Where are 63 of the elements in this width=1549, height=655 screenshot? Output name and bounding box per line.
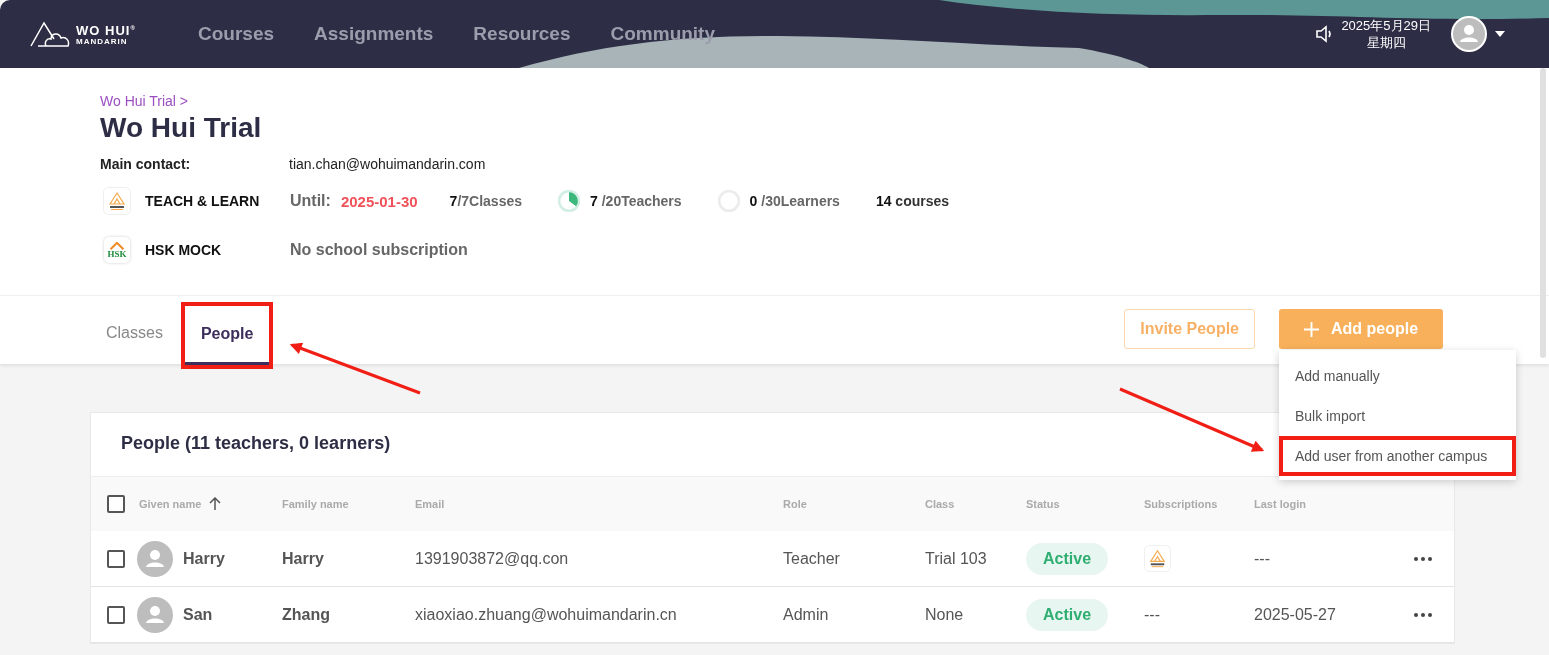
select-all-checkbox[interactable] (107, 495, 125, 513)
product-name: HSK MOCK (145, 242, 223, 258)
speaker-icon[interactable] (1315, 25, 1334, 43)
courses-count: 14 courses (875, 193, 950, 209)
table-cell-text: None (925, 605, 965, 624)
tab[interactable]: Classes (90, 304, 179, 364)
more-options-icon[interactable] (1414, 556, 1432, 561)
contact-label: Main contact: (100, 156, 192, 172)
breadcrumb-link[interactable]: Wo Hui Trial > (100, 93, 189, 109)
column-header: Family name (282, 498, 350, 510)
status-badge: Active (1026, 598, 1109, 631)
product-name: TEACH & LEARN (145, 193, 261, 209)
more-options-icon[interactable] (1414, 612, 1432, 617)
nav-link[interactable]: Courses (198, 23, 275, 45)
menu-item[interactable]: Add user from another campus (1279, 436, 1516, 476)
column-header: Email (415, 498, 446, 510)
column-header: Last login (1254, 498, 1307, 510)
table-cell-text: Admin (783, 605, 830, 624)
column-header: Status (1026, 498, 1061, 510)
row-checkbox[interactable] (107, 605, 125, 624)
app-logo-icon (103, 187, 131, 215)
nav-link[interactable]: Assignments (314, 23, 434, 45)
nav-link[interactable]: Resources (473, 23, 571, 45)
classes-count: 7/7Classes (449, 193, 522, 209)
table-cell-text: 2025-05-27 (1254, 605, 1337, 624)
usage-count: 7 /20Teachers (590, 193, 682, 209)
caret-icon[interactable] (1495, 31, 1505, 37)
page-title: Wo Hui Trial (100, 112, 263, 144)
usage-count: 0 /30Learners (749, 193, 840, 209)
table-cell: San (183, 605, 213, 624)
until-label: Until: (290, 192, 331, 210)
table-cell-text: Trial 103 (925, 549, 988, 568)
app-logo-icon (1144, 545, 1171, 572)
user-avatar-icon (137, 596, 173, 633)
column-header: Role (783, 498, 808, 510)
table-cell-text: Zhang (282, 605, 331, 624)
row-checkbox[interactable] (107, 549, 125, 568)
mountain-cloud-icon (30, 21, 70, 47)
sort-arrow-icon[interactable] (209, 497, 222, 511)
avatar-icon[interactable] (1451, 16, 1487, 52)
subscription-status: No school subscription (290, 241, 468, 259)
logo-text: WO HUI$^{®}$ (76, 22, 136, 38)
column-header: Class (925, 498, 956, 510)
menu-item[interactable]: Add manually (1279, 356, 1516, 396)
menu-item[interactable]: Bulk import (1279, 396, 1516, 436)
contact-email: tian.chan@wohuimandarin.com (289, 156, 486, 172)
table-cell-text: Teacher (783, 549, 841, 568)
user-avatar-icon (137, 540, 173, 577)
table-cell: --- (1144, 605, 1160, 623)
column-header: Subscriptions (1144, 498, 1219, 510)
hsk-app-icon: HSK (104, 237, 130, 263)
weekday-text: 星期四 (1366, 34, 1406, 51)
plus-icon (1303, 321, 1319, 337)
status-badge: Active (1026, 542, 1109, 575)
date-text: 2025年5月29日 (1341, 17, 1431, 34)
table-cell-text: 1391903872@qq.con (415, 549, 570, 568)
table-cell-text: Harry (282, 549, 325, 568)
table-cell: Harry (183, 549, 225, 568)
usage-pie-icon (558, 190, 580, 212)
until-date: 2025-01-30 (340, 192, 418, 210)
table-cell-text: --- (1254, 549, 1271, 568)
logo-subtext: MANDARIN (76, 37, 129, 47)
table-cell-text: xiaoxiao.zhuang@wohuimandarin.cn (415, 605, 678, 624)
